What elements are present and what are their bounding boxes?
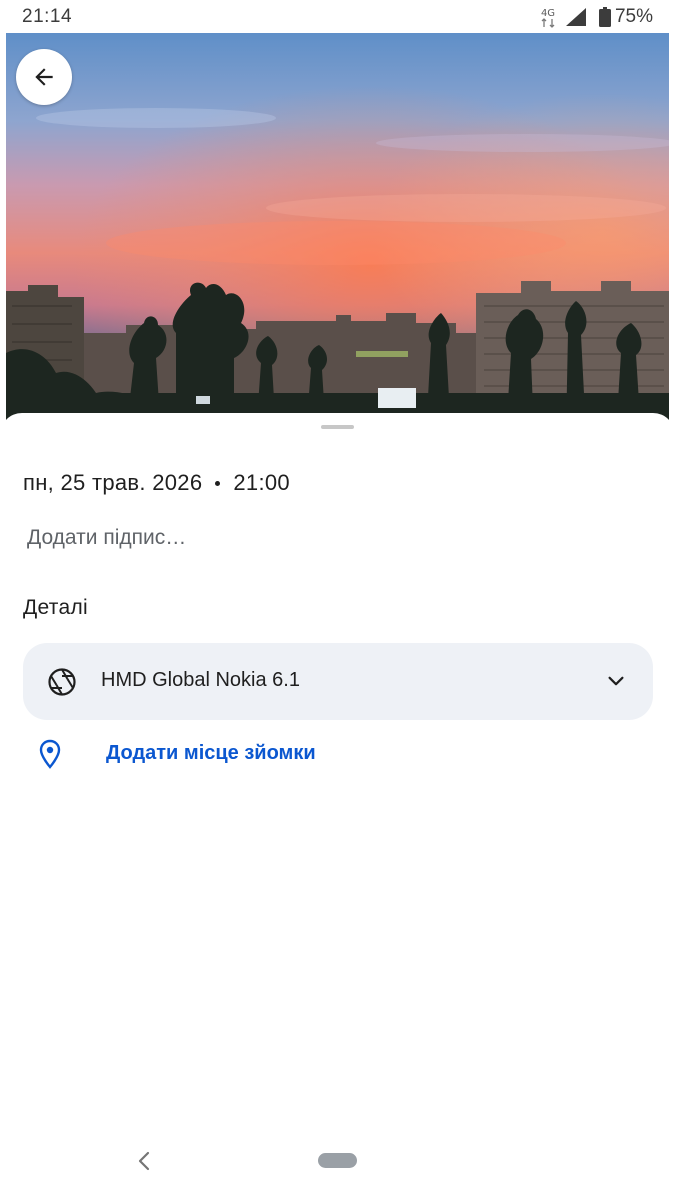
svg-text:4G: 4G [541, 8, 555, 19]
location-pin-icon [39, 739, 61, 769]
screen: 21:14 4G 75% пн, 25 трав. 2026 21:00 Дод… [0, 0, 675, 1200]
drag-handle[interactable] [321, 425, 354, 429]
separator-dot [215, 480, 221, 486]
date-time[interactable]: пн, 25 трав. 2026 21:00 [23, 470, 290, 496]
nav-home-pill[interactable] [318, 1153, 357, 1168]
status-icons: 4G 75% [537, 5, 653, 29]
battery-icon [598, 7, 611, 27]
chevron-down-icon[interactable] [605, 670, 627, 692]
photo-view[interactable] [6, 33, 669, 433]
sunset-photo [6, 33, 669, 433]
camera-model: HMD Global Nokia 6.1 [101, 669, 300, 691]
caption-input[interactable]: Додати підпис… [27, 526, 186, 550]
battery-percent: 75% [614, 6, 653, 27]
photo-date: пн, 25 трав. 2026 [23, 470, 203, 495]
add-location-label: Додати місце зйомки [106, 742, 316, 764]
back-button[interactable] [16, 49, 72, 105]
camera-aperture-icon [48, 668, 76, 696]
status-time: 21:14 [22, 6, 73, 27]
add-location-button[interactable]: Додати місце зйомки [23, 733, 653, 781]
details-sheet: пн, 25 трав. 2026 21:00 Додати підпис… Д… [0, 413, 675, 1200]
details-title: Деталі [23, 596, 88, 619]
network-4g-icon: 4G [541, 8, 555, 28]
photo-time: 21:00 [233, 470, 290, 495]
status-bar: 21:14 4G 75% [0, 0, 675, 33]
camera-info-card[interactable]: HMD Global Nokia 6.1 [23, 643, 653, 720]
nav-back-icon[interactable] [134, 1150, 154, 1172]
back-arrow-icon [35, 68, 53, 86]
signal-icon [565, 8, 586, 26]
